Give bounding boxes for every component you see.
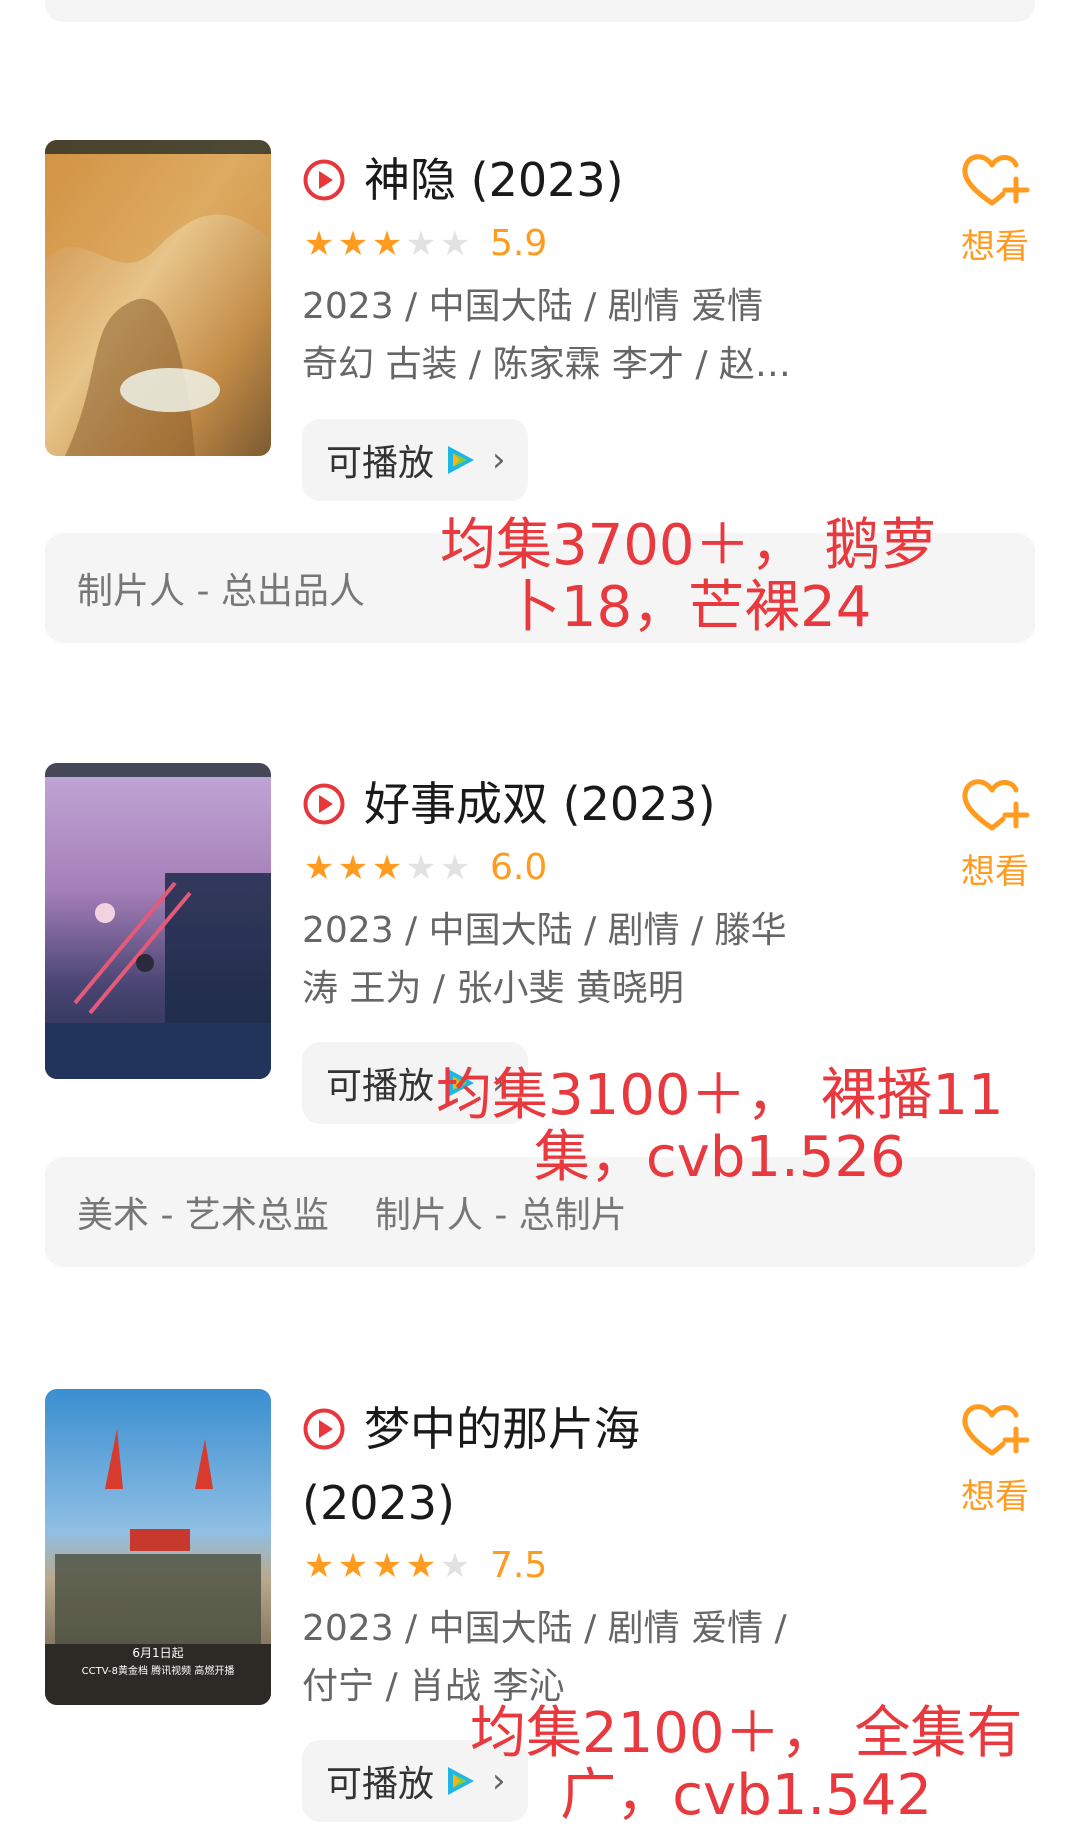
want-to-watch-button[interactable]: 想看 <box>950 772 1040 893</box>
heart-plus-icon <box>962 154 1030 206</box>
star-icon: ★ <box>405 848 437 888</box>
annotation-line: 广，cvb1.542 <box>560 1763 933 1828</box>
movie-meta: 2023 / 中国大陆 / 剧情 爱情 / 付宁 / 肖战 李沁 <box>302 1600 842 1716</box>
want-to-watch-button[interactable]: 想看 <box>950 1397 1040 1518</box>
star-icon: ★ <box>371 848 403 888</box>
annotation-overlay: 均集3700＋， 鹅萝 卜18，芒裸24 <box>440 515 936 639</box>
movie-title[interactable]: 好事成双 (2023) <box>364 776 716 832</box>
movie-meta: 2023 / 中国大陆 / 剧情 / 滕华 涛 王为 / 张小斐 黄晓明 <box>302 902 842 1018</box>
star-icon: ★ <box>303 224 335 264</box>
movie-title[interactable]: 梦中的那片海 <box>364 1401 640 1457</box>
previous-credits-box <box>45 0 1035 22</box>
star-icon: ★ <box>337 224 369 264</box>
want-to-watch-button[interactable]: 想看 <box>950 147 1040 268</box>
annotation-overlay: 均集2100＋， 全集有 广，cvb1.542 <box>470 1703 1022 1827</box>
annotation-line: 集，cvb1.526 <box>533 1125 906 1190</box>
rating-row: ★ ★ ★ ★ ★ 7.5 <box>302 1545 548 1587</box>
playable-label: 可播放 <box>326 1764 435 1805</box>
heart-plus-icon <box>962 1404 1030 1456</box>
playable-label: 可播放 <box>326 443 435 484</box>
tencent-video-icon <box>448 446 475 474</box>
meta-line: 2023 / 中国大陆 / 剧情 爱情 <box>302 286 764 327</box>
want-to-watch-label: 想看 <box>961 1477 1029 1517</box>
rating-score: 5.9 <box>490 223 548 264</box>
star-icon: ★ <box>303 848 335 888</box>
poster-date-text: 6月1日起 <box>132 1646 183 1660</box>
star-icon: ★ <box>371 1546 403 1586</box>
play-circle-icon <box>303 783 345 825</box>
play-circle-icon <box>303 159 345 201</box>
poster-channel-text: CCTV-8黄金档 腾讯视频 高燃开播 <box>82 1664 235 1677</box>
credit-role: 美术 - 艺术总监 <box>77 1195 329 1236</box>
meta-line: 2023 / 中国大陆 / 剧情 / 滕华 <box>302 910 787 951</box>
movie-title-year[interactable]: (2023) <box>302 1475 455 1531</box>
poster-image[interactable] <box>45 140 271 456</box>
title-row: 梦中的那片海 <box>302 1401 640 1457</box>
poster-image[interactable] <box>45 763 271 1079</box>
star-icon: ★ <box>405 224 437 264</box>
playable-label: 可播放 <box>326 1066 435 1107</box>
star-rating: ★ ★ ★ ★ ★ <box>302 1546 472 1586</box>
star-icon: ★ <box>439 1546 471 1586</box>
annotation-line: 均集3700＋， 鹅萝 <box>440 513 937 578</box>
want-to-watch-label: 想看 <box>961 852 1029 892</box>
annotation-line: 均集3100＋， 裸播11 <box>436 1063 1004 1128</box>
annotation-line: 均集2100＋， 全集有 <box>470 1701 1023 1766</box>
star-icon: ★ <box>405 1546 437 1586</box>
poster-image[interactable]: 6月1日起 CCTV-8黄金档 腾讯视频 高燃开播 <box>45 1389 271 1705</box>
rating-score: 7.5 <box>490 1545 548 1586</box>
meta-line: 涛 王为 / 张小斐 黄晓明 <box>302 968 684 1009</box>
playable-button[interactable]: 可播放 › <box>302 419 528 501</box>
star-rating: ★ ★ ★ ★ ★ <box>302 848 472 888</box>
rating-row: ★ ★ ★ ★ ★ 5.9 <box>302 223 548 265</box>
star-icon: ★ <box>439 224 471 264</box>
credit-role: 制片人 - 总出品人 <box>77 571 365 612</box>
meta-line: 2023 / 中国大陆 / 剧情 爱情 / <box>302 1608 787 1649</box>
annotation-line: 卜18，芒裸24 <box>504 575 872 640</box>
heart-plus-icon <box>962 779 1030 831</box>
rating-row: ★ ★ ★ ★ ★ 6.0 <box>302 847 548 889</box>
star-icon: ★ <box>337 848 369 888</box>
title-row: 神隐 (2023) <box>302 152 624 208</box>
play-circle-icon <box>303 1408 345 1450</box>
rating-score: 6.0 <box>490 847 548 888</box>
meta-line: 奇幻 古装 / 陈家霖 李才 / 赵… <box>302 344 791 385</box>
want-to-watch-label: 想看 <box>961 227 1029 267</box>
movie-meta: 2023 / 中国大陆 / 剧情 爱情 奇幻 古装 / 陈家霖 李才 / 赵… <box>302 278 842 394</box>
star-icon: ★ <box>303 1546 335 1586</box>
star-rating: ★ ★ ★ ★ ★ <box>302 224 472 264</box>
chevron-right-icon: › <box>492 440 506 480</box>
annotation-overlay: 均集3100＋， 裸播11 集，cvb1.526 <box>436 1065 1004 1189</box>
star-icon: ★ <box>439 848 471 888</box>
credit-role: 制片人 - 总制片 <box>374 1195 627 1236</box>
star-icon: ★ <box>337 1546 369 1586</box>
movie-title[interactable]: 神隐 (2023) <box>364 152 624 208</box>
title-row: 好事成双 (2023) <box>302 776 716 832</box>
star-icon: ★ <box>371 224 403 264</box>
